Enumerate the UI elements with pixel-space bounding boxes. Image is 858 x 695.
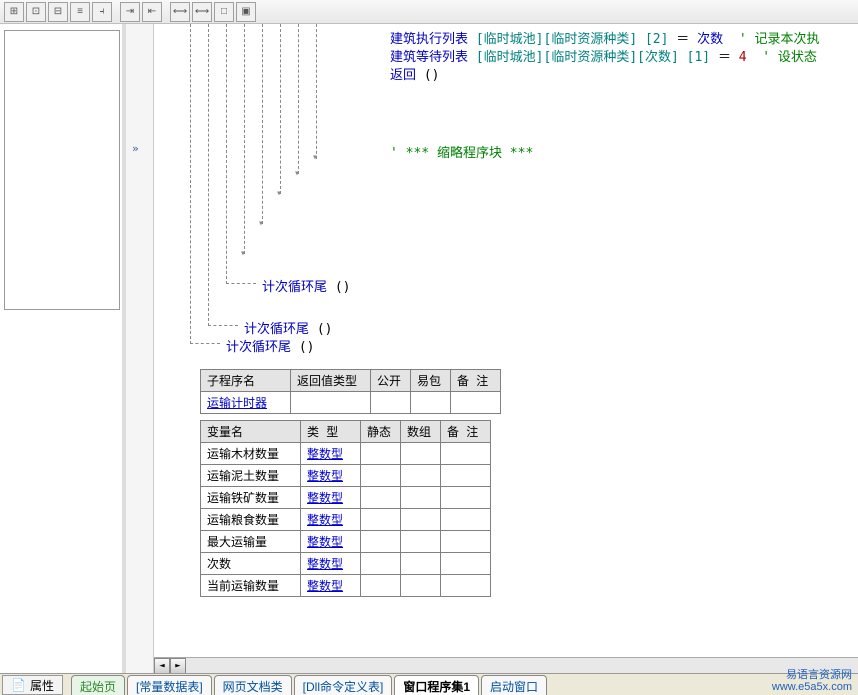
toolbar-btn-11[interactable]: ▣ <box>236 2 256 22</box>
col-type: 类 型 <box>301 421 361 443</box>
tab-start-page[interactable]: 起始页 <box>71 675 125 695</box>
code-comment-block[interactable]: ' *** 缩略程序块 *** <box>390 142 533 161</box>
loop-end-2[interactable]: 计次循环尾 () <box>244 318 333 337</box>
scroll-right-icon[interactable]: ► <box>170 658 186 673</box>
code-line-1[interactable]: 建筑执行列表 [临时城池][临时资源种类] [2] ＝ 次数 ' 记录本次执 <box>390 28 819 47</box>
col-var-name: 变量名 <box>201 421 301 443</box>
breakpoint-marker-icon[interactable]: » <box>132 142 139 155</box>
table-row[interactable]: 次数整数型 <box>201 553 491 575</box>
col-public: 公开 <box>371 370 411 392</box>
toolbar-btn-9[interactable]: ⟷ <box>192 2 212 22</box>
side-panel-box[interactable] <box>4 30 120 310</box>
toolbar-btn-1[interactable]: ⊞ <box>4 2 24 22</box>
code-editor[interactable]: » ➘ ▾ ▾ ▾ ▾ ▾ <box>126 24 858 673</box>
scroll-left-icon[interactable]: ◄ <box>154 658 170 673</box>
horizontal-scrollbar[interactable]: ◄ ► <box>154 657 858 673</box>
properties-icon: 📄 <box>11 678 26 692</box>
loop-end-1[interactable]: 计次循环尾 () <box>262 276 351 295</box>
col-static: 静态 <box>361 421 401 443</box>
toolbar-btn-10[interactable]: □ <box>214 2 234 22</box>
gutter: » <box>126 24 154 673</box>
table-row[interactable]: 当前运输数量整数型 <box>201 575 491 597</box>
code-line-2[interactable]: 建筑等待列表 [临时城池][临时资源种类][次数] [1] ＝ 4 ' 设状态 <box>390 46 817 65</box>
tab-startup-window[interactable]: 启动窗口 <box>481 675 547 695</box>
properties-button[interactable]: 📄 属性 <box>2 675 63 695</box>
tab-const-table[interactable]: [常量数据表] <box>127 675 212 695</box>
tab-web-docs[interactable]: 网页文档类 <box>214 675 292 695</box>
table-row[interactable]: 运输计时器 <box>201 392 501 414</box>
toolbar-btn-3[interactable]: ⊟ <box>48 2 68 22</box>
variable-table[interactable]: 变量名 类 型 静态 数组 备 注 运输木材数量整数型 运输泥土数量整数型 运输… <box>200 420 491 597</box>
tab-dll-cmd[interactable]: [Dll命令定义表] <box>294 675 393 695</box>
toolbar: ⊞ ⊡ ⊟ ≡ ⫞ ⇥ ⇤ ⟷ ⟷ □ ▣ <box>0 0 858 24</box>
loop-end-3[interactable]: 计次循环尾 () <box>226 336 315 355</box>
col-array: 数组 <box>401 421 441 443</box>
code-line-3[interactable]: 返回 () <box>390 64 440 83</box>
watermark: 易语言资源网 www.e5a5x.com <box>772 669 852 693</box>
toolbar-btn-5[interactable]: ⫞ <box>92 2 112 22</box>
col-remark: 备 注 <box>451 370 501 392</box>
subroutine-table[interactable]: 子程序名 返回值类型 公开 易包 备 注 运输计时器 <box>200 369 501 414</box>
col-remark: 备 注 <box>441 421 491 443</box>
tab-strip: 起始页 [常量数据表] 网页文档类 [Dll命令定义表] 窗口程序集1 启动窗口 <box>71 675 549 695</box>
col-easypack: 易包 <box>411 370 451 392</box>
toolbar-btn-7[interactable]: ⇤ <box>142 2 162 22</box>
table-header-row: 变量名 类 型 静态 数组 备 注 <box>201 421 491 443</box>
toolbar-btn-4[interactable]: ≡ <box>70 2 90 22</box>
toolbar-btn-6[interactable]: ⇥ <box>120 2 140 22</box>
tab-window-proc[interactable]: 窗口程序集1 <box>394 675 479 695</box>
toolbar-btn-2[interactable]: ⊡ <box>26 2 46 22</box>
bottom-bar: 📄 属性 起始页 [常量数据表] 网页文档类 [Dll命令定义表] 窗口程序集1… <box>0 673 858 695</box>
table-row[interactable]: 最大运输量整数型 <box>201 531 491 553</box>
col-sub-name: 子程序名 <box>201 370 291 392</box>
side-panel <box>0 24 126 673</box>
col-return-type: 返回值类型 <box>291 370 371 392</box>
table-row[interactable]: 运输泥土数量整数型 <box>201 465 491 487</box>
table-row[interactable]: 运输粮食数量整数型 <box>201 509 491 531</box>
table-header-row: 子程序名 返回值类型 公开 易包 备 注 <box>201 370 501 392</box>
table-row[interactable]: 运输木材数量整数型 <box>201 443 491 465</box>
table-row[interactable]: 运输铁矿数量整数型 <box>201 487 491 509</box>
toolbar-btn-8[interactable]: ⟷ <box>170 2 190 22</box>
